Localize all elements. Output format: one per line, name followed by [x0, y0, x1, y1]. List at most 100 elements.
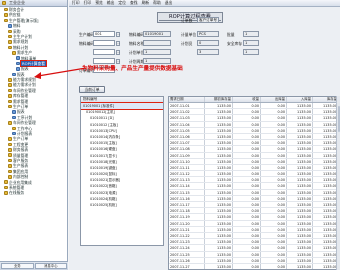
table-row[interactable]: 2007-11-27 1135.00 0.00 0.00 1135.00 1135.00 — [169, 263, 339, 269]
toolbar-print-setup[interactable]: 打印 — [72, 0, 80, 6]
cell-inbound: 1135.00 — [287, 183, 313, 189]
toolbar-preview[interactable]: 预览 — [95, 0, 103, 6]
filter-1-lookup-button[interactable]: … — [116, 49, 120, 55]
item-code-input[interactable] — [93, 40, 115, 46]
mid-value-0: 01019001 — [143, 31, 171, 37]
col-header-date[interactable]: 需求日期 — [169, 97, 205, 102]
cell-outbound: 0.00 — [261, 140, 287, 146]
folder-icon — [8, 78, 12, 82]
toolbar-exit[interactable]: 退出 — [165, 0, 173, 6]
cell-date: 2007-11-06 — [169, 133, 205, 140]
cell-inbound: 1135.00 — [287, 202, 313, 208]
col-header-outbound[interactable]: 出库量 — [261, 97, 287, 102]
cell-outbound: 0.00 — [261, 109, 287, 115]
toolbar-export[interactable]: 输出 — [107, 0, 115, 6]
folder-icon — [8, 142, 12, 147]
cell-inbound: 1135.00 — [287, 133, 313, 140]
right-label-2: 计划员 — [181, 41, 193, 46]
cell-opening-stock: 1135.00 — [205, 164, 233, 171]
cell-outbound: 0.00 — [261, 220, 287, 226]
filter-2-lookup-button[interactable]: … — [116, 58, 120, 64]
cell-received: 0.00 — [233, 177, 261, 183]
cell-opening-stock: 1135.00 — [205, 208, 233, 214]
current-order-button[interactable]: 当前订单 — [79, 86, 105, 93]
cell-received: 0.00 — [233, 214, 261, 220]
cell-opening-stock: 1135.00 — [205, 195, 233, 201]
folder-icon — [12, 126, 16, 131]
col-header-received[interactable]: 收量 — [233, 97, 261, 102]
cell-received: 0.00 — [233, 202, 261, 208]
production-code-lookup-button[interactable]: … — [116, 31, 120, 37]
filter-input-1[interactable] — [93, 49, 115, 55]
col-header-inbound[interactable]: 入库量 — [287, 97, 313, 102]
field-label-item-code: 物料编码 — [79, 41, 95, 46]
nav-footer-tabs: 业务 消息中心 — [0, 261, 68, 270]
footer-tab-business[interactable]: 业务 — [1, 263, 34, 269]
cell-outbound: 0.00 — [261, 208, 287, 214]
part-list-item[interactable]: 01010025[机柜] — [81, 202, 163, 208]
right-value-0: 客户订单号 — [197, 17, 219, 23]
cell-date: 2007-11-21 — [169, 226, 205, 232]
production-code-input[interactable]: 001 — [93, 31, 115, 37]
check-value-2: 1 — [243, 49, 259, 55]
folder-icon — [4, 191, 8, 195]
cell-outbound: 0.00 — [261, 115, 287, 121]
cell-opening-stock: 1135.00 — [205, 232, 233, 239]
folder-icon — [8, 104, 12, 109]
mid-label-0: 物料编码 — [129, 32, 145, 37]
cell-inbound: 1135.00 — [287, 226, 313, 232]
cell-date: 2007-11-20 — [169, 220, 205, 226]
cell-inbound: 1135.00 — [287, 158, 313, 164]
footer-tab-messages[interactable]: 消息中心 — [34, 263, 67, 269]
item-code-lookup-button[interactable]: … — [116, 40, 120, 46]
cell-received: 0.00 — [233, 232, 261, 239]
folder-icon — [4, 185, 8, 190]
folder-icon — [8, 153, 12, 157]
cell-date: 2007-11-18 — [169, 208, 205, 214]
cell-outbound: 0.00 — [261, 232, 287, 239]
tree-item[interactable]: 在线服务 — [0, 190, 67, 195]
toolbar-help[interactable]: 帮助 — [153, 0, 161, 6]
cell-opening-stock: 1135.00 — [205, 263, 233, 269]
cell-outbound: 0.00 — [261, 214, 287, 220]
cell-received: 0.00 — [233, 164, 261, 171]
cell-opening-stock: 1135.00 — [205, 152, 233, 158]
cell-date: 2007-11-11 — [169, 164, 205, 171]
cell-date: 2007-11-08 — [169, 146, 205, 152]
document-icon — [16, 56, 20, 60]
cell-inbound: 1135.00 — [287, 214, 313, 220]
cell-outbound: 0.00 — [261, 121, 287, 127]
cell-date: 2007-11-24 — [169, 245, 205, 251]
check-label-0: 批量 — [227, 32, 235, 37]
field-label-production-code: 生产编码 — [79, 32, 95, 37]
cell-inbound: 1135.00 — [287, 109, 313, 115]
folder-icon — [8, 29, 12, 33]
grid-vertical-scrollbar[interactable] — [336, 96, 340, 270]
toolbar: 打印 打印 预览 输出 定位 查找 刷新 帮助 退出 — [69, 0, 340, 7]
cell-received: 0.00 — [233, 208, 261, 214]
cell-date: 2007-11-26 — [169, 257, 205, 263]
nav-tree-title: 工业企业 — [9, 0, 25, 5]
document-icon — [12, 115, 16, 120]
toolbar-locate[interactable]: 定位 — [118, 0, 126, 6]
toolbar-refresh[interactable]: 刷新 — [142, 0, 150, 6]
cell-date: 2007-11-04 — [169, 121, 205, 127]
cell-opening-stock: 1135.00 — [205, 140, 233, 146]
cell-inbound: 1135.00 — [287, 189, 313, 195]
toolbar-print[interactable]: 打印 — [84, 0, 92, 6]
col-header-opening-stock[interactable]: 期初库存量 — [205, 97, 233, 102]
cell-inbound: 1135.00 — [287, 245, 313, 251]
folder-icon — [8, 169, 12, 174]
cell-inbound: 1135.00 — [287, 127, 313, 133]
cell-received: 0.00 — [233, 146, 261, 152]
folder-icon — [8, 148, 12, 152]
cell-opening-stock: 1135.00 — [205, 226, 233, 232]
cell-outbound: 0.00 — [261, 127, 287, 133]
cell-inbound: 1135.00 — [287, 208, 313, 214]
check-value-1: 1 — [243, 40, 259, 46]
folder-icon — [2, 1, 6, 5]
right-label-1: 计量单位 — [181, 32, 197, 37]
check-label-1: 安全库存 — [227, 41, 243, 46]
toolbar-find[interactable]: 查找 — [130, 0, 138, 6]
cell-inbound: 1135.00 — [287, 140, 313, 146]
